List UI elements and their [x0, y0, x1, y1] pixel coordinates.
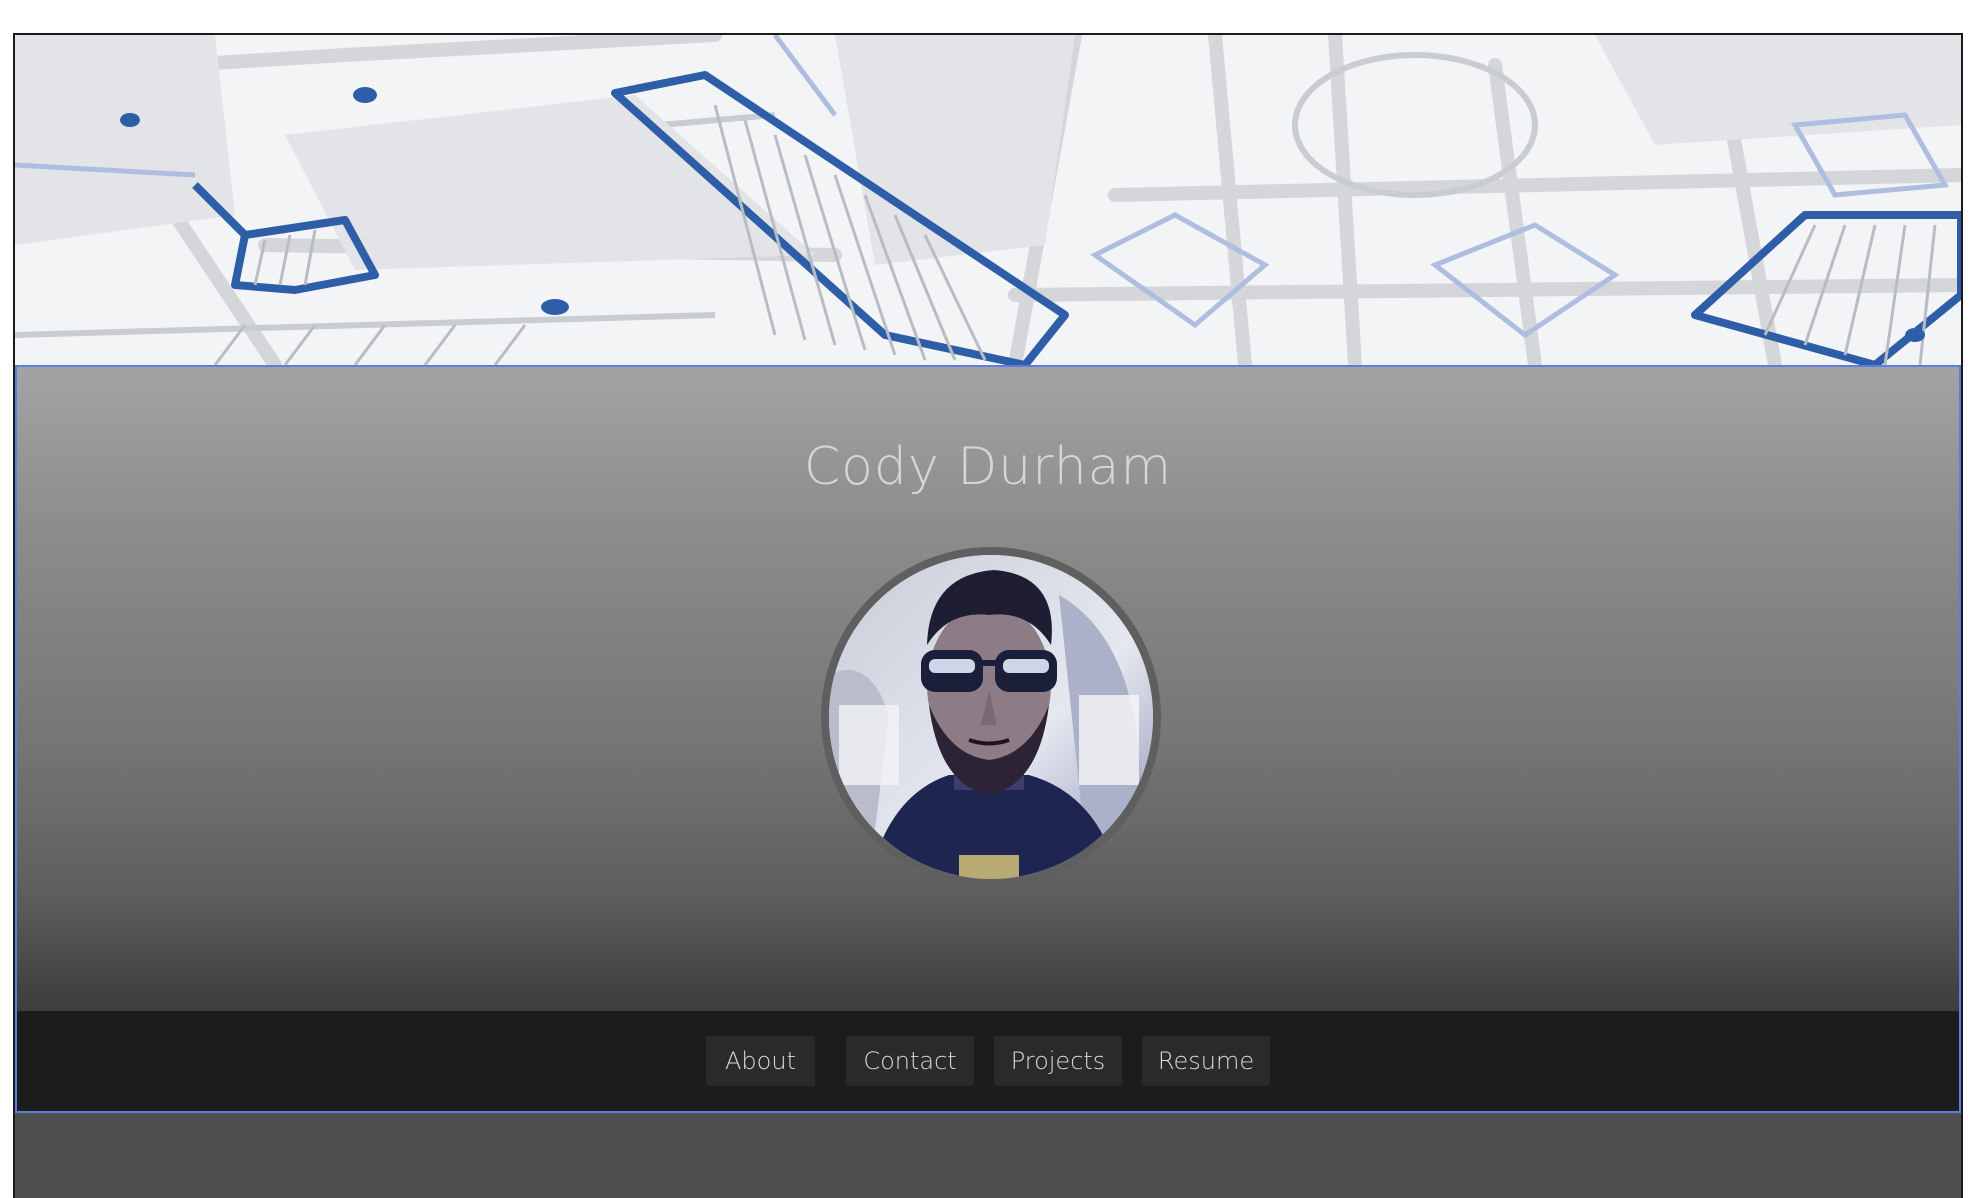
- nav-contact-button[interactable]: Contact: [846, 1036, 974, 1086]
- map-banner: [15, 35, 1961, 365]
- content-area: [15, 1113, 1961, 1198]
- nav-about-button[interactable]: About: [706, 1036, 815, 1086]
- avatar: [821, 547, 1161, 887]
- page-title: Cody Durham: [803, 437, 1173, 497]
- nav-resume-button[interactable]: Resume: [1142, 1036, 1270, 1086]
- main-nav: About Contact Projects Resume: [17, 1011, 1959, 1111]
- page-frame: Cody Durham About Contact Projects Resum…: [13, 33, 1963, 1198]
- map-illustration: [15, 35, 1961, 365]
- nav-projects-button[interactable]: Projects: [994, 1036, 1122, 1086]
- hero-section: Cody Durham About Contact Projects Resum…: [15, 365, 1961, 1113]
- profile-photo-icon: [829, 555, 1153, 879]
